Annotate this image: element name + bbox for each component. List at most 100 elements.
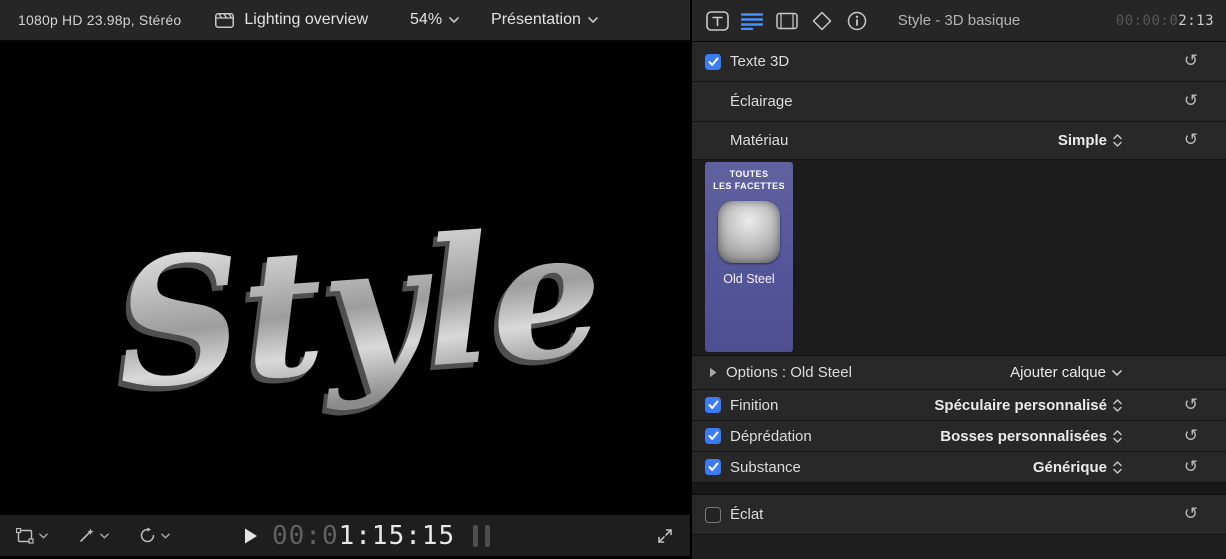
materiau-popup-value: Simple (1058, 132, 1107, 149)
view-options-popup[interactable]: Présentation (491, 11, 598, 29)
inspector-title: Style - 3D basique (898, 12, 1021, 29)
viewer-top-bar: 1080p HD 23.98p, Stéréo Lighting overvie… (0, 0, 690, 42)
timecode-bright-part: 1:15:15 (339, 521, 456, 551)
fullscreen-icon (656, 527, 674, 545)
viewer-pane: 1080p HD 23.98p, Stéréo Lighting overvie… (0, 0, 690, 559)
chevron-down-icon (39, 533, 48, 539)
reset-button-depredation[interactable]: ↺ (1182, 428, 1200, 445)
material-browser: TOUTES LES FACETTES Old Steel (692, 160, 1226, 356)
tab-title-inspector-active[interactable] (740, 9, 764, 33)
popup-updown-icon (1113, 461, 1122, 474)
retime-icon (139, 527, 156, 544)
zoom-level-value: 54% (410, 11, 442, 29)
row-eclat: Éclat ↺ (692, 495, 1226, 535)
video-inspector-icon (776, 12, 798, 30)
info-inspector-icon (847, 11, 867, 31)
inspector-duration-timecode: 00:00:02:13 (1116, 13, 1214, 29)
checkmark-icon (708, 57, 719, 67)
row-finition: Finition Spéculaire personnalisé ↺ (692, 390, 1226, 421)
materiau-popup[interactable]: Simple (1058, 132, 1122, 149)
texte-3d-label: Texte 3D (730, 53, 789, 70)
options-label: Options : Old Steel (726, 364, 852, 381)
reset-button-finition[interactable]: ↺ (1182, 397, 1200, 414)
options-disclosure-triangle[interactable] (709, 367, 717, 378)
ajouter-calque-label: Ajouter calque (1010, 364, 1106, 381)
timecode-dim-part: 00:0 (272, 521, 339, 551)
duration-bright-part: 2:13 (1178, 13, 1214, 29)
project-title: Lighting overview (244, 11, 368, 29)
depredation-checkbox[interactable] (705, 428, 721, 444)
audio-meter-right (485, 525, 490, 547)
checkmark-icon (708, 462, 719, 472)
transform-tool-popup[interactable] (16, 528, 48, 544)
reset-button-eclat[interactable]: ↺ (1182, 506, 1200, 523)
texte-3d-checkbox[interactable] (705, 54, 721, 70)
row-eclairage: Éclairage ↺ (692, 82, 1226, 122)
disclosure-triangle-icon (709, 367, 717, 378)
zoom-level-popup[interactable]: 54% (410, 11, 459, 29)
clapperboard-icon (215, 13, 234, 28)
inspector-pane: Style - 3D basique 00:00:02:13 Texte 3D … (690, 0, 1226, 559)
depredation-popup[interactable]: Bosses personnalisées (940, 428, 1122, 445)
depredation-label: Déprédation (730, 428, 812, 445)
finition-popup-value: Spéculaire personnalisé (934, 397, 1107, 414)
row-depredation: Déprédation Bosses personnalisées ↺ (692, 421, 1226, 452)
ajouter-calque-popup[interactable]: Ajouter calque (1010, 364, 1122, 381)
finition-popup[interactable]: Spéculaire personnalisé (934, 397, 1122, 414)
text-format-icon (706, 11, 729, 31)
substance-label: Substance (730, 459, 801, 476)
fullscreen-button[interactable] (656, 527, 674, 545)
row-materiau: Matériau Simple ↺ (692, 122, 1226, 160)
section-divider (692, 483, 1226, 495)
viewer-transport-bar: 00:01:15:15 (0, 514, 690, 556)
effects-tool-popup[interactable] (78, 527, 109, 544)
color-inspector-icon (812, 11, 832, 31)
eclairage-label: Éclairage (730, 93, 793, 110)
audio-meters[interactable] (473, 525, 490, 547)
current-timecode[interactable]: 00:01:15:15 (272, 521, 455, 551)
material-name: Old Steel (723, 272, 774, 286)
play-icon (244, 528, 258, 544)
inspector-filler (692, 535, 1226, 559)
reset-button-materiau[interactable]: ↺ (1182, 132, 1200, 149)
checkmark-icon (708, 431, 719, 441)
chevron-down-icon (100, 533, 109, 539)
chevron-down-icon (161, 533, 170, 539)
format-info-label: 1080p HD 23.98p, Stéréo (18, 12, 181, 28)
row-options: Options : Old Steel Ajouter calque ↺ (692, 356, 1226, 390)
final-cut-pro-window: 1080p HD 23.98p, Stéréo Lighting overvie… (0, 0, 1226, 559)
row-substance: Substance Générique ↺ (692, 452, 1226, 483)
reset-button-texte-3d[interactable]: ↺ (1182, 53, 1200, 70)
reset-button-eclairage[interactable]: ↺ (1182, 93, 1200, 110)
checkmark-icon (708, 400, 719, 410)
title-inspector-icon (741, 12, 763, 30)
play-button[interactable] (244, 528, 258, 544)
badge-line-1: TOUTES (713, 169, 785, 181)
retime-tool-popup[interactable] (139, 527, 170, 544)
chevron-down-icon (1112, 370, 1122, 376)
eclat-checkbox[interactable] (705, 507, 721, 523)
chevron-down-icon (588, 17, 598, 23)
finition-checkbox[interactable] (705, 397, 721, 413)
transform-icon (16, 528, 34, 544)
tab-color-inspector[interactable] (810, 9, 834, 33)
substance-popup-value: Générique (1033, 459, 1107, 476)
inspector-tabs (705, 9, 869, 33)
badge-line-2: LES FACETTES (713, 181, 785, 193)
popup-updown-icon (1113, 430, 1122, 443)
finition-label: Finition (730, 397, 778, 414)
tab-text-format[interactable] (705, 9, 729, 33)
eclat-label: Éclat (730, 506, 763, 523)
inspector-header: Style - 3D basique 00:00:02:13 (692, 0, 1226, 42)
texte-3d-control-group: Texte 3D (705, 53, 789, 70)
effects-wand-icon (78, 527, 95, 544)
material-facets-badge: TOUTES LES FACETTES (713, 169, 785, 192)
reset-button-substance[interactable]: ↺ (1182, 459, 1200, 476)
project-title-area: Lighting overview (215, 11, 368, 29)
material-tile-old-steel-selected[interactable]: TOUTES LES FACETTES Old Steel (705, 162, 793, 352)
tab-info-inspector[interactable] (845, 9, 869, 33)
materiau-label: Matériau (730, 132, 788, 149)
substance-popup[interactable]: Générique (1033, 459, 1122, 476)
tab-video-inspector[interactable] (775, 9, 799, 33)
substance-checkbox[interactable] (705, 459, 721, 475)
